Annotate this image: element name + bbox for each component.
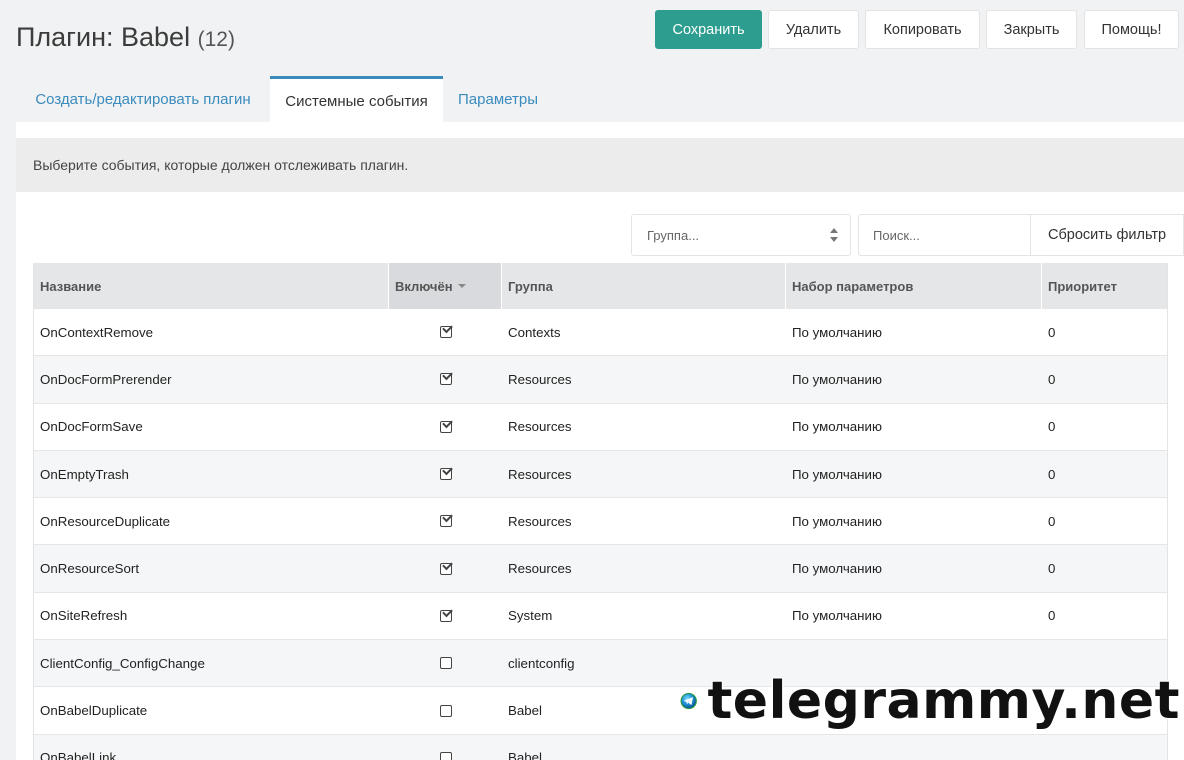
delete-button[interactable]: Удалить (768, 10, 859, 49)
event-name-cell: OnEmptyTrash (40, 466, 129, 482)
close-button[interactable]: Закрыть (986, 10, 1077, 49)
group-filter-placeholder: Группа... (647, 227, 700, 243)
priority-cell (1042, 735, 1048, 760)
event-name-cell: OnDocFormSave (40, 419, 143, 435)
column-header-priority-label: Приоритет (1048, 278, 1117, 294)
grid-header: Название Включён Группа Набор параметров… (34, 263, 1167, 309)
group-cell: Resources (508, 371, 572, 387)
checkbox-checked-icon[interactable] (439, 609, 452, 622)
checkbox-unchecked-icon[interactable] (439, 751, 452, 760)
table-row[interactable]: OnDocFormPrerender Resources По умолчанию 0 (34, 356, 1167, 404)
column-header-propset[interactable]: Набор параметров (786, 263, 1042, 309)
enabled-cell (389, 356, 502, 402)
group-cell: Babel (508, 703, 543, 719)
propset-cell: По умолчанию (792, 419, 882, 435)
telegram-logo-icon (680, 692, 697, 710)
tab-edit-plugin[interactable]: Создать/редактировать плагин (16, 76, 270, 122)
plugin-id-count: (12) (197, 28, 235, 51)
propset-cell: По умолчанию (792, 561, 882, 577)
column-header-priority[interactable]: Приоритет (1042, 263, 1169, 309)
enabled-cell (389, 735, 502, 760)
propset-cell: По умолчанию (792, 371, 882, 387)
checkbox-checked-icon[interactable] (439, 468, 452, 481)
table-row[interactable]: OnResourceSort Resources По умолчанию 0 (34, 545, 1167, 593)
event-name-cell: OnBabelLink (40, 750, 117, 760)
enabled-cell (389, 640, 502, 686)
checkbox-unchecked-icon[interactable] (439, 657, 452, 670)
group-cell: Resources (508, 513, 572, 529)
event-name-cell: OnResourceDuplicate (40, 513, 171, 529)
propset-cell (786, 735, 792, 760)
sort-desc-icon (457, 284, 466, 288)
enabled-cell (389, 545, 502, 591)
column-header-enabled[interactable]: Включён (389, 263, 502, 309)
group-cell: Babel (508, 750, 543, 760)
watermark-text: telegrammy.net (706, 670, 1180, 732)
checkbox-checked-icon[interactable] (439, 373, 452, 386)
column-header-name[interactable]: Название (34, 263, 389, 309)
priority-cell: 0 (1048, 371, 1056, 387)
table-row[interactable]: OnDocFormSave Resources По умолчанию 0 (34, 403, 1167, 451)
priority-cell: 0 (1048, 324, 1056, 340)
group-cell: clientconfig (508, 655, 575, 671)
help-button[interactable]: Помощь! (1084, 10, 1179, 49)
search-input[interactable] (858, 214, 1031, 256)
checkbox-unchecked-icon[interactable] (439, 704, 452, 717)
propset-cell: По умолчанию (792, 324, 882, 340)
checkbox-checked-icon[interactable] (439, 326, 452, 339)
group-cell: Resources (508, 561, 572, 577)
table-row[interactable]: OnSiteRefresh System По умолчанию 0 (34, 592, 1167, 641)
column-header-enabled-label: Включён (395, 278, 453, 294)
event-name-cell: OnResourceSort (40, 561, 140, 577)
enabled-cell (389, 498, 502, 544)
enabled-cell (389, 687, 502, 733)
propset-cell: По умолчанию (792, 466, 882, 482)
group-cell: Resources (508, 419, 572, 435)
enabled-cell (389, 309, 502, 355)
select-arrows-icon (830, 228, 838, 242)
priority-cell: 0 (1048, 608, 1056, 624)
checkbox-checked-icon[interactable] (439, 420, 452, 433)
group-cell: Resources (508, 466, 572, 482)
priority-cell: 0 (1048, 513, 1056, 529)
event-name-cell: ClientConfig_ConfigChange (40, 655, 205, 671)
checkbox-checked-icon[interactable] (439, 515, 452, 528)
group-filter-select[interactable]: Группа... (631, 214, 851, 256)
column-header-group[interactable]: Группа (502, 263, 786, 309)
save-button[interactable]: Сохранить (655, 10, 762, 49)
event-name-cell: OnSiteRefresh (40, 608, 128, 624)
watermark: telegrammy.net (680, 668, 1180, 734)
column-header-propset-label: Набор параметров (792, 278, 914, 294)
event-name-cell: OnBabelDuplicate (40, 703, 148, 719)
column-header-group-label: Группа (508, 278, 553, 294)
copy-button[interactable]: Копировать (865, 10, 980, 49)
priority-cell: 0 (1048, 419, 1056, 435)
table-row[interactable]: OnContextRemove Contexts По умолчанию 0 (34, 309, 1167, 357)
priority-cell: 0 (1048, 466, 1056, 482)
group-cell: Contexts (508, 324, 561, 340)
events-panel: Выберите события, которые должен отслежи… (16, 122, 1184, 760)
page-title: Плагин: Babel (12) (16, 22, 235, 53)
table-row[interactable]: OnResourceDuplicate Resources По умолчанию… (34, 498, 1167, 546)
enabled-cell (389, 593, 502, 639)
enabled-cell (389, 451, 502, 497)
tab-parameters[interactable]: Параметры (443, 76, 553, 122)
column-header-name-label: Название (40, 278, 102, 294)
table-row[interactable]: OnBabelLink Babel (34, 734, 1167, 760)
event-name-cell: OnContextRemove (40, 324, 154, 340)
reset-filter-button[interactable]: Сбросить фильтр (1030, 214, 1184, 256)
event-name-cell: OnDocFormPrerender (40, 371, 172, 387)
propset-cell: По умолчанию (792, 608, 882, 624)
tab-system-events[interactable]: Системные события (270, 76, 443, 123)
group-cell: System (508, 608, 553, 624)
table-row[interactable]: OnEmptyTrash Resources По умолчанию 0 (34, 450, 1167, 499)
checkbox-checked-icon[interactable] (439, 562, 452, 575)
propset-cell: По умолчанию (792, 513, 882, 529)
priority-cell: 0 (1048, 561, 1056, 577)
plugin-title: Плагин: Babel (16, 22, 191, 52)
panel-description: Выберите события, которые должен отслежи… (16, 138, 1184, 192)
enabled-cell (389, 404, 502, 450)
